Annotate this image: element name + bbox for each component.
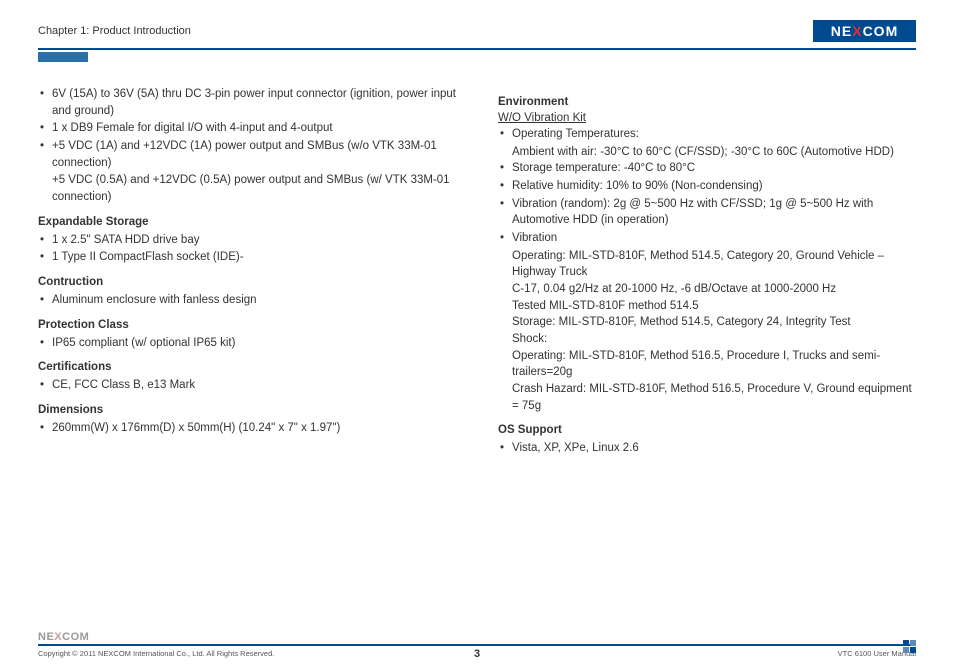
list-item: 6V (15A) to 36V (5A) thru DC 3-pin power…: [38, 86, 456, 119]
vibration-kit-label: W/O Vibration Kit: [498, 112, 916, 124]
env-list-2: Storage temperature: -40°C to 80°C Relat…: [498, 160, 916, 246]
list-item: Aluminum enclosure with fanless design: [38, 292, 456, 309]
dim-heading: Dimensions: [38, 404, 456, 416]
list-item: Vibration (random): 2g @ 5~500 Hz with C…: [498, 196, 916, 229]
protection-list: IP65 compliant (w/ optional IP65 kit): [38, 335, 456, 352]
footer-rule: [38, 644, 916, 646]
env-heading: Environment: [498, 96, 916, 108]
vib-sub: Storage: MIL-STD-810F, Method 514.5, Cat…: [498, 314, 916, 331]
cert-heading: Certifications: [38, 361, 456, 373]
list-item: +5 VDC (1A) and +12VDC (1A) power output…: [38, 138, 456, 171]
env-list: Operating Temperatures:: [498, 126, 916, 143]
os-heading: OS Support: [498, 424, 916, 436]
vib-sub: Tested MIL-STD-810F method 514.5: [498, 298, 916, 315]
dim-list: 260mm(W) x 176mm(D) x 50mm(H) (10.24" x …: [38, 420, 456, 437]
list-item: Operating Temperatures:: [498, 126, 916, 143]
vib-sub: Shock:: [498, 331, 916, 348]
footer-logo: NEXCOM: [38, 629, 110, 644]
accent-bar: [38, 52, 88, 62]
footer-logo-text: NEXCOM: [38, 631, 89, 643]
list-item: Vista, XP, XPe, Linux 2.6: [498, 440, 916, 457]
list-item: 1 x 2.5" SATA HDD drive bay: [38, 232, 456, 249]
page-header: Chapter 1: Product Introduction NEXCOM: [38, 20, 916, 42]
list-item: CE, FCC Class B, e13 Mark: [38, 377, 456, 394]
env-sub: Ambient with air: -30°C to 60°C (CF/SSD)…: [498, 144, 916, 161]
vib-sub: C-17, 0.04 g2/Hz at 20-1000 Hz, -6 dB/Oc…: [498, 281, 916, 298]
footer-accent-icon: [903, 640, 916, 646]
page-footer: NEXCOM Copyright © 2011 NEXCOM Internati…: [38, 629, 916, 658]
chapter-title: Chapter 1: Product Introduction: [38, 25, 191, 37]
protection-heading: Protection Class: [38, 319, 456, 331]
content-body: 6V (15A) to 36V (5A) thru DC 3-pin power…: [38, 86, 916, 458]
list-item: Relative humidity: 10% to 90% (Non-conde…: [498, 178, 916, 195]
vib-sub: Operating: MIL-STD-810F, Method 516.5, P…: [498, 348, 916, 381]
storage-heading: Expandable Storage: [38, 216, 456, 228]
list-item: Storage temperature: -40°C to 80°C: [498, 160, 916, 177]
vib-sub: Crash Hazard: MIL-STD-810F, Method 516.5…: [498, 381, 916, 414]
page-number: 3: [474, 648, 480, 660]
power-list: 6V (15A) to 36V (5A) thru DC 3-pin power…: [38, 86, 456, 171]
construction-list: Aluminum enclosure with fanless design: [38, 292, 456, 309]
nexcom-logo: NEXCOM: [813, 20, 916, 42]
list-item: IP65 compliant (w/ optional IP65 kit): [38, 335, 456, 352]
list-item: 260mm(W) x 176mm(D) x 50mm(H) (10.24" x …: [38, 420, 456, 437]
left-column: 6V (15A) to 36V (5A) thru DC 3-pin power…: [38, 86, 456, 458]
copyright-text: Copyright © 2011 NEXCOM International Co…: [38, 649, 274, 658]
power-sub: +5 VDC (0.5A) and +12VDC (0.5A) power ou…: [38, 172, 456, 205]
os-list: Vista, XP, XPe, Linux 2.6: [498, 440, 916, 457]
logo-text: NEXCOM: [831, 23, 898, 39]
cert-list: CE, FCC Class B, e13 Mark: [38, 377, 456, 394]
list-item: 1 x DB9 Female for digital I/O with 4-in…: [38, 120, 456, 137]
header-rule: [38, 48, 916, 50]
footer-row: Copyright © 2011 NEXCOM International Co…: [38, 649, 916, 658]
list-item: 1 Type II CompactFlash socket (IDE)-: [38, 249, 456, 266]
right-column: Environment W/O Vibration Kit Operating …: [498, 86, 916, 458]
storage-list: 1 x 2.5" SATA HDD drive bay 1 Type II Co…: [38, 232, 456, 266]
list-item: Vibration: [498, 230, 916, 247]
construction-heading: Contruction: [38, 276, 456, 288]
vib-sub: Operating: MIL-STD-810F, Method 514.5, C…: [498, 248, 916, 281]
